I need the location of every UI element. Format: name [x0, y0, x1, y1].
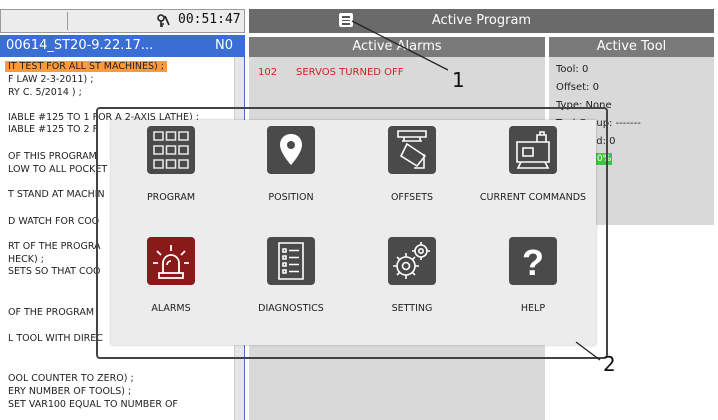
main-menu-popup: PROGRAM POSITION OFFSETS CURRENT COMMAND… [111, 120, 596, 345]
menu-item-program[interactable]: PROGRAM [111, 122, 231, 234]
code-line[interactable]: SETS SO THAT COO [8, 266, 101, 277]
menu-item-label: SETTING [391, 303, 433, 314]
menu-item-diagnostics[interactable]: DIAGNOSTICS [231, 233, 351, 345]
checklist-icon [267, 237, 315, 285]
code-line[interactable]: D WATCH FOR COO [8, 216, 99, 227]
code-line[interactable]: OF THIS PROGRAM [8, 151, 97, 162]
menu-item-alarms[interactable]: ALARMS [111, 233, 231, 345]
program-name: 00614_ST20-9.22.17... [6, 38, 154, 53]
menu-item-position[interactable]: POSITION [231, 122, 351, 234]
alarm-code: 102 [258, 67, 278, 78]
menu-item-label: PROGRAM [146, 192, 196, 203]
menu-item-offsets[interactable]: OFFSETS [352, 122, 472, 234]
alarm-text: SERVOS TURNED OFF [296, 67, 404, 78]
code-line[interactable]: IT TEST FOR ALL ST MACHINES) ; [5, 61, 167, 72]
code-line[interactable]: OOL COUNTER TO ZERO) ; [8, 373, 134, 384]
program-block: N0 [215, 38, 233, 53]
code-line[interactable]: T STAND AT MACHIN [8, 189, 105, 200]
code-line[interactable]: IABLE #125 TO 2 F [8, 124, 98, 135]
location-pin-icon [267, 126, 315, 174]
tool-header[interactable]: Active Tool [549, 37, 714, 57]
machine-icon [509, 126, 557, 174]
status-divider [67, 12, 68, 30]
tool-number: Tool: 0 [556, 64, 589, 75]
active-program-header: Active Program [249, 9, 714, 33]
menu-item-label: POSITION [268, 192, 314, 203]
menu-item-label: HELP [520, 303, 546, 314]
code-line[interactable]: OF THE PROGRAM [8, 307, 94, 318]
tool-offset: Offset: 0 [556, 82, 599, 93]
clock: 00:51:47 [178, 12, 241, 27]
code-line[interactable]: RY C. 5/2014 ) ; [8, 87, 82, 98]
code-line[interactable]: SET VAR100 EQUAL TO NUMBER OF [8, 399, 178, 410]
question-mark-icon: ? [509, 237, 557, 285]
callout-number: 2 [603, 352, 616, 376]
svg-text:?: ? [522, 242, 544, 283]
alarms-header[interactable]: Active Alarms [249, 37, 545, 57]
code-line[interactable]: ERY NUMBER OF TOOLS) ; [8, 386, 131, 397]
menu-item-current-commands[interactable]: CURRENT COMMANDS [473, 122, 593, 234]
menu-item-help[interactable]: ? HELP [473, 233, 593, 345]
menu-item-label: DIAGNOSTICS [258, 303, 324, 314]
alarm-beacon-icon [147, 237, 195, 285]
operator-key-icon [157, 14, 170, 27]
active-program-title: Active Program [431, 13, 532, 28]
code-line[interactable]: RT OF THE PROGRA [8, 241, 101, 252]
callout-number: 1 [452, 68, 465, 92]
code-line[interactable]: L TOOL WITH DIREC [8, 333, 103, 344]
program-grid-icon [147, 126, 195, 174]
menu-item-setting[interactable]: SETTING [352, 233, 472, 345]
code-line[interactable]: LOW TO ALL POCKET [8, 164, 107, 175]
code-line[interactable]: HECK) ; [8, 254, 44, 265]
code-line[interactable]: F LAW 2-3-2011) ; [8, 74, 93, 85]
program-header[interactable]: 00614_ST20-9.22.17... N0 [0, 35, 245, 57]
menu-item-label: CURRENT COMMANDS [479, 192, 587, 203]
gears-icon [388, 237, 436, 285]
offsets-tool-icon [388, 126, 436, 174]
menu-item-label: ALARMS [151, 303, 191, 314]
menu-item-label: OFFSETS [390, 192, 434, 203]
